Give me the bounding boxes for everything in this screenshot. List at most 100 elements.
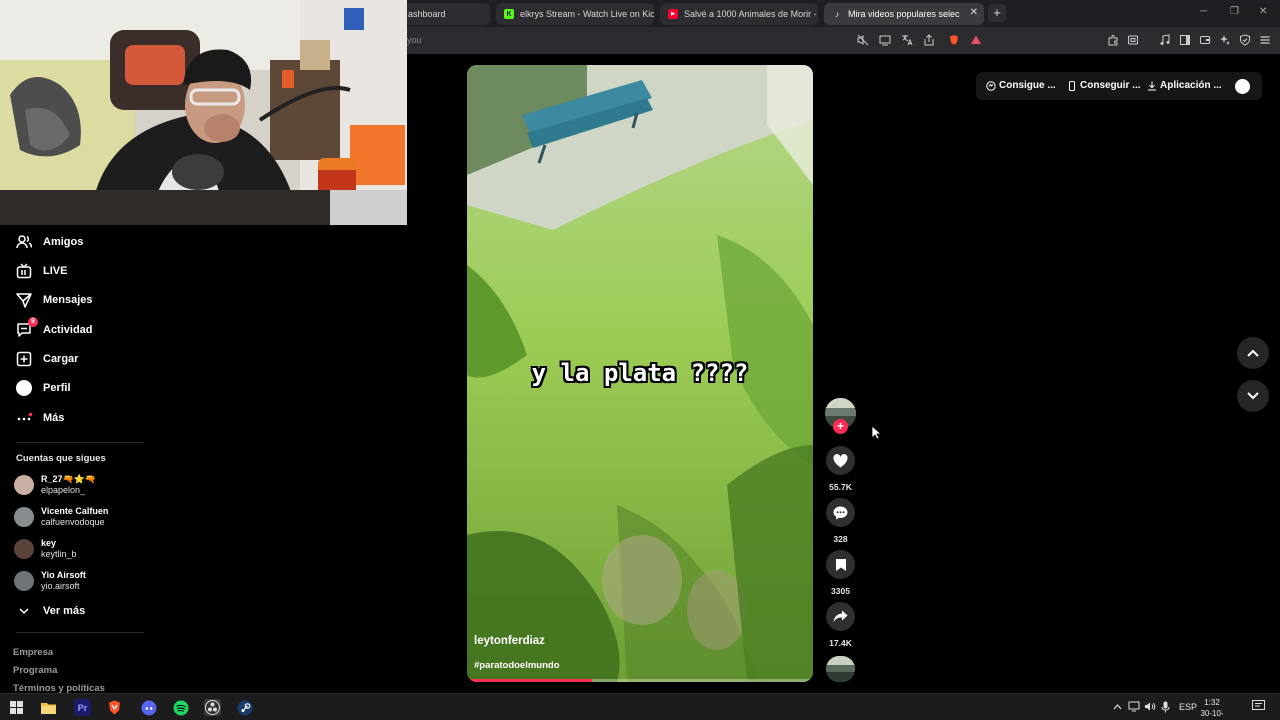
screenshot-icon[interactable] <box>1127 34 1139 46</box>
menu-icon[interactable] <box>1259 34 1271 46</box>
nav-label: Actividad <box>43 324 93 336</box>
obs-studio-icon[interactable] <box>204 699 221 716</box>
bookmark-button[interactable] <box>826 550 855 579</box>
minimize-icon[interactable]: ─ <box>1200 6 1207 17</box>
brave-rewards-icon[interactable] <box>970 34 982 46</box>
video-hashtag[interactable]: #paratodoelmundo <box>474 660 560 671</box>
translate-icon[interactable] <box>901 34 913 46</box>
account-handle: yio.airsoft <box>41 581 80 591</box>
avatar <box>14 507 34 527</box>
footer-link-program[interactable]: Programa <box>13 665 57 676</box>
upload-plus-icon <box>16 351 32 367</box>
nav-live[interactable]: LIVE <box>16 260 67 282</box>
video-player[interactable]: y la plata ???? leytonferdiaz #paratodoe… <box>467 65 813 682</box>
nav-more[interactable]: Más <box>16 407 64 429</box>
follow-plus-button[interactable]: + <box>833 419 848 434</box>
previous-video-button[interactable] <box>1237 337 1269 369</box>
leo-ai-icon[interactable] <box>1219 34 1231 46</box>
close-tab-icon[interactable]: ✕ <box>970 7 978 18</box>
tab-label: Salvé a 1000 Animales de Morir - Yo <box>684 9 818 19</box>
video-author[interactable]: leytonferdiaz <box>474 635 545 647</box>
next-video-button[interactable] <box>1237 380 1269 412</box>
friends-icon <box>16 234 32 250</box>
profile-menu-avatar[interactable] <box>1235 79 1250 94</box>
avatar <box>14 475 34 495</box>
file-explorer-icon[interactable] <box>40 699 57 716</box>
network-icon[interactable] <box>1128 701 1140 714</box>
tab-label: ashboard <box>408 9 446 19</box>
heart-icon <box>833 453 848 467</box>
discord-icon[interactable] <box>140 699 157 716</box>
account-handle: elpapelon_ <box>41 485 86 495</box>
tab-kick[interactable]: K elkrys Stream - Watch Live on Kick <box>496 3 654 25</box>
brave-browser-icon[interactable] <box>106 699 123 716</box>
media-control-icon[interactable] <box>1159 34 1171 46</box>
premiere-pro-icon[interactable]: Pr <box>74 699 91 716</box>
volume-icon[interactable] <box>1144 701 1156 714</box>
share-icon[interactable] <box>923 34 935 46</box>
nav-label: LIVE <box>43 265 68 277</box>
nav-messages[interactable]: Mensajes <box>16 289 93 311</box>
tiktok-icon: ♪ <box>835 9 839 19</box>
microphone-icon[interactable] <box>1161 701 1170 715</box>
mouse-cursor-icon <box>871 425 883 445</box>
nav-label: Ver más <box>43 605 86 617</box>
following-account[interactable]: R_27🔫⭐🔫 elpapelon_ <box>14 471 96 499</box>
activity-badge: 9 <box>28 317 38 327</box>
extensions-icon[interactable] <box>1107 34 1119 46</box>
vpn-icon[interactable] <box>1239 34 1251 46</box>
footer-link-company[interactable]: Empresa <box>13 647 53 658</box>
get-coins-button[interactable]: Consigue ... <box>986 80 1056 91</box>
tab-tiktok[interactable]: ♪ Mira videos populares selecc ✕ <box>824 3 984 25</box>
restore-icon[interactable]: ❐ <box>1230 6 1239 17</box>
account-name: Vicente Calfuen <box>41 506 109 516</box>
sidebar-divider <box>16 442 144 443</box>
nav-label: Cargar <box>43 353 79 365</box>
tab-label: Mira videos populares selecc <box>848 9 960 19</box>
live-tv-icon <box>16 263 32 279</box>
following-account[interactable]: key keytlin_b <box>14 535 77 563</box>
send-icon <box>16 292 32 308</box>
share-button[interactable] <box>826 602 855 631</box>
steam-icon[interactable] <box>236 699 253 716</box>
wallet-icon[interactable] <box>1199 34 1211 46</box>
avatar <box>14 571 34 591</box>
like-button[interactable] <box>826 446 855 475</box>
os-taskbar: Pr ESP 1:32 30-10-2025 <box>0 693 1280 720</box>
system-clock[interactable]: 1:32 30-10-2025 <box>1192 697 1232 720</box>
windows-start-icon[interactable] <box>8 699 25 716</box>
url-text[interactable]: you <box>407 35 422 45</box>
nav-label: Mensajes <box>43 294 93 306</box>
spotify-icon[interactable] <box>172 699 189 716</box>
nav-upload[interactable]: Cargar <box>16 348 78 370</box>
following-account[interactable]: Vicente Calfuen calfuenvodoque <box>14 503 108 531</box>
brave-shields-icon[interactable] <box>948 34 960 46</box>
screen: ashboard K elkrys Stream - Watch Live on… <box>0 0 1280 720</box>
tab-label: elkrys Stream - Watch Live on Kick <box>520 9 654 19</box>
video-progress-bar[interactable] <box>467 679 813 682</box>
nav-label: Amigos <box>43 236 84 248</box>
new-tab-button[interactable]: + <box>988 4 1006 22</box>
see-more-button[interactable]: Ver más <box>16 600 85 622</box>
close-window-icon[interactable]: ✕ <box>1259 6 1267 17</box>
nav-profile[interactable]: Perfil <box>16 377 71 399</box>
sidebar-toggle-icon[interactable] <box>1179 34 1191 46</box>
nav-friends[interactable]: Amigos <box>16 231 83 253</box>
tray-expand-icon[interactable] <box>1113 702 1122 712</box>
desktop-app-button[interactable]: Aplicación ... <box>1147 80 1222 91</box>
download-icon <box>1147 81 1157 91</box>
chevron-up-icon <box>1247 349 1259 357</box>
following-account[interactable]: Yio Airsoft yio.airsoft <box>14 567 86 595</box>
bookmark-icon <box>835 558 846 571</box>
account-name: key <box>41 538 57 548</box>
next-video-thumbnail[interactable] <box>826 656 855 682</box>
get-app-button[interactable]: Conseguir ... <box>1067 80 1141 91</box>
tab-youtube[interactable]: ▶ Salvé a 1000 Animales de Morir - Yo <box>660 3 818 25</box>
cast-icon[interactable] <box>879 34 891 46</box>
notifications-icon[interactable] <box>1252 700 1265 714</box>
share-arrow-icon <box>833 610 848 623</box>
no-sound-icon[interactable] <box>857 34 869 46</box>
comment-button[interactable] <box>826 498 855 527</box>
tab-dashboard[interactable]: ashboard <box>400 3 490 25</box>
nav-activity[interactable]: 9 Actividad <box>16 317 93 341</box>
